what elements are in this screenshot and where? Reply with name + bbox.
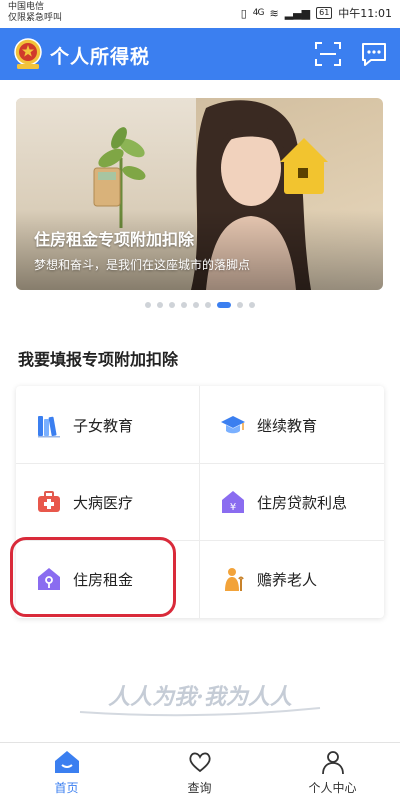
home-icon	[55, 751, 79, 773]
carrier-name: 中国电信	[8, 2, 45, 12]
status-indicators: ▯ 4G ≋ ▂▄▆ 61 中午11:01	[241, 5, 392, 21]
banner-subtitle: 梦想和奋斗，是我们在这座城市的落脚点	[34, 258, 251, 272]
scan-icon[interactable]	[314, 41, 342, 67]
signal-label: 4G	[252, 8, 265, 18]
nav-home-label: 首页	[54, 781, 79, 795]
item-label: 大病医疗	[73, 494, 134, 512]
bottom-nav: 首页 查询 个人中心	[0, 742, 400, 800]
nav-home[interactable]: 首页	[0, 743, 133, 800]
carousel-indicator	[0, 302, 400, 308]
item-label: 子女教育	[73, 417, 134, 435]
item-serious-illness-medical[interactable]: 大病医疗	[16, 463, 200, 540]
item-label: 赡养老人	[257, 571, 318, 589]
banner-shade	[16, 210, 383, 290]
vibrate-icon: ▯	[240, 6, 247, 20]
carousel-dot[interactable]	[157, 302, 163, 308]
item-continuing-education[interactable]: 继续教育	[200, 386, 384, 463]
carousel-dot[interactable]	[181, 302, 187, 308]
carousel-dot[interactable]	[205, 302, 211, 308]
profile-icon	[322, 751, 344, 775]
books-icon	[38, 416, 60, 438]
app-title: 个人所得税	[50, 46, 151, 68]
house-loan-icon: ¥	[222, 491, 244, 513]
svg-text:¥: ¥	[230, 502, 236, 513]
carousel-dot[interactable]	[145, 302, 151, 308]
status-bar: 中国电信 仅限紧急呼叫 ▯ 4G ≋ ▂▄▆ 61 中午11:01	[0, 0, 400, 28]
carousel-dot[interactable]	[237, 302, 243, 308]
banner-title: 住房租金专项附加扣除	[34, 230, 195, 249]
banner-carousel[interactable]: 住房租金专项附加扣除 梦想和奋斗，是我们在这座城市的落脚点	[16, 98, 383, 290]
elderly-icon	[225, 568, 244, 591]
query-heart-icon	[189, 752, 211, 773]
item-children-education[interactable]: 子女教育	[16, 386, 200, 463]
red-annotation-circle	[10, 537, 176, 617]
item-housing-loan-interest[interactable]: ¥ 住房贷款利息	[200, 463, 384, 540]
emergency-only-text: 仅限紧急呼叫	[8, 13, 63, 23]
tax-emblem-icon	[14, 38, 42, 69]
nav-query[interactable]: 查询	[133, 743, 266, 800]
carousel-dot[interactable]	[249, 302, 255, 308]
medical-kit-icon	[38, 491, 60, 512]
nav-query-label: 查询	[187, 781, 212, 795]
graduation-cap-icon	[221, 416, 245, 434]
item-elderly-support[interactable]: 赡养老人	[200, 540, 384, 617]
item-label: 继续教育	[257, 417, 318, 435]
wifi-icon: ≋	[269, 6, 279, 20]
carousel-dot-active[interactable]	[217, 302, 231, 308]
main-content: 住房租金专项附加扣除 梦想和奋斗，是我们在这座城市的落脚点 我要填报专项附加扣除…	[0, 80, 400, 742]
carrier-info: 中国电信 仅限紧急呼叫	[8, 2, 62, 24]
signal-bars-icon: ▂▄▆	[284, 6, 311, 20]
item-label: 住房贷款利息	[257, 494, 348, 512]
slogan-text: 人人为我·我为人人	[108, 684, 293, 710]
clock: 中午11:01	[338, 7, 392, 20]
battery-level: 61	[316, 7, 333, 19]
section-title: 我要填报专项附加扣除	[18, 350, 179, 369]
message-icon[interactable]	[360, 41, 388, 67]
slogan: 人人为我·我为人人	[79, 684, 321, 717]
nav-profile[interactable]: 个人中心	[266, 743, 399, 800]
carousel-dot[interactable]	[169, 302, 175, 308]
nav-profile-label: 个人中心	[308, 781, 357, 795]
app-header: 个人所得税	[0, 28, 400, 80]
carousel-dot[interactable]	[193, 302, 199, 308]
